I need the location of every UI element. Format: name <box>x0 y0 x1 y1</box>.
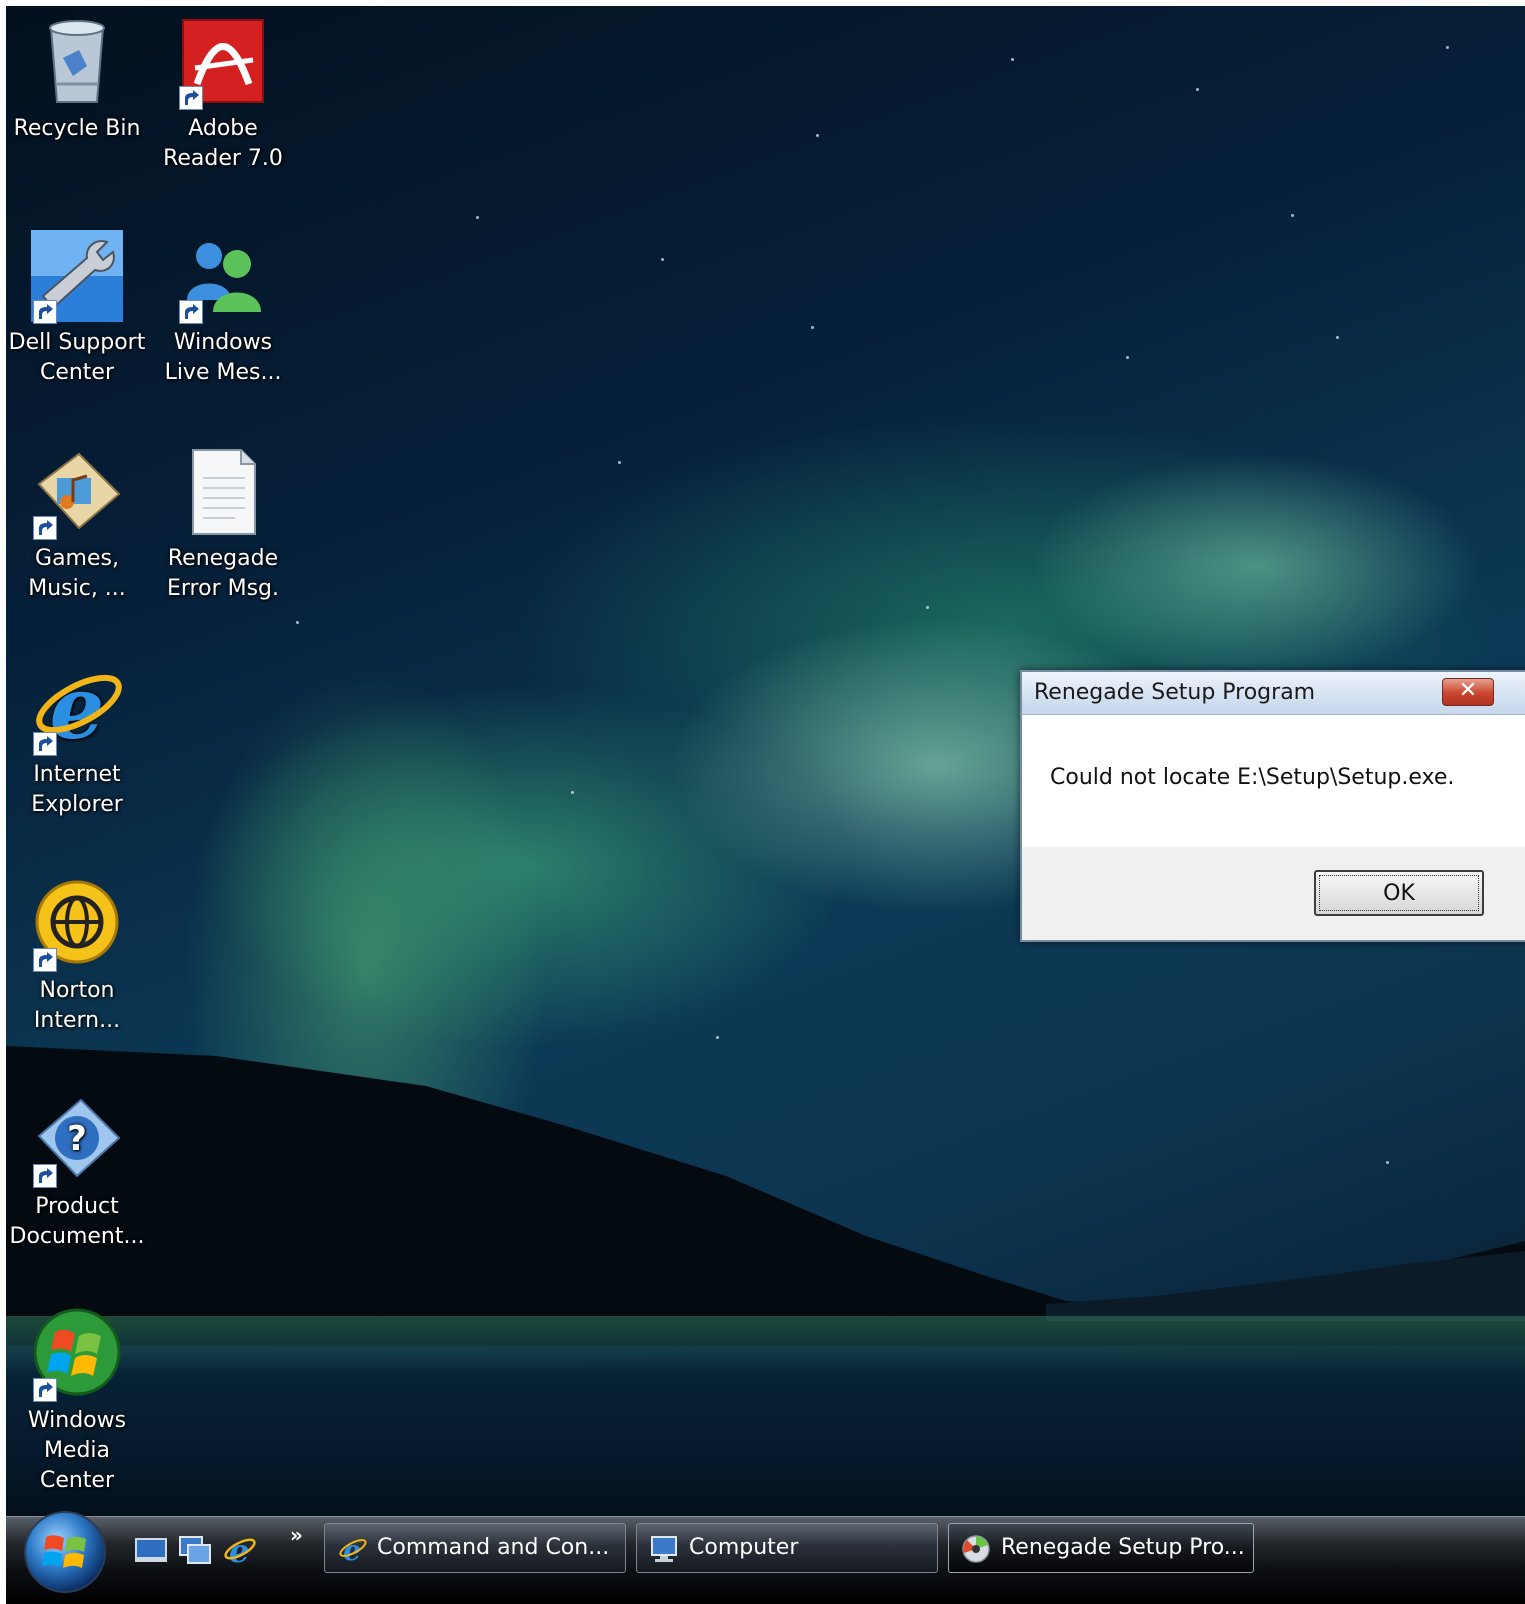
internet-explorer-icon[interactable]: e <box>222 1533 256 1567</box>
error-dialog: Renegade Setup Program ✕ Could not locat… <box>1020 670 1525 942</box>
adobe-reader-icon <box>175 14 271 110</box>
ok-button[interactable]: OK <box>1314 870 1484 916</box>
close-button[interactable]: ✕ <box>1442 678 1494 706</box>
windows-live-messenger-icon <box>175 228 271 324</box>
desktop-icon-label: Internet Explorer <box>31 762 123 817</box>
start-button[interactable] <box>24 1511 106 1593</box>
shortcut-arrow-icon <box>33 300 57 324</box>
windows-logo-icon <box>42 1535 86 1568</box>
desktop-icon-norton[interactable]: Norton Intern... <box>6 876 148 1036</box>
star <box>1446 46 1449 49</box>
taskbar-button-renegade-setup[interactable]: Renegade Setup Pro... <box>948 1523 1254 1573</box>
dialog-message: Could not locate E:\Setup\Setup.exe. <box>1050 765 1455 790</box>
desktop-icon-windows-live-messenger[interactable]: Windows Live Mes... <box>152 228 294 388</box>
desktop-icon-dell-support-center[interactable]: Dell Support Center <box>6 228 148 388</box>
star <box>816 134 819 137</box>
internet-explorer-icon: e <box>29 658 125 759</box>
shortcut-arrow-icon <box>33 1164 57 1188</box>
star <box>811 326 814 329</box>
dialog-title: Renegade Setup Program <box>1034 680 1316 705</box>
desktop-icon-label: Games, Music, ... <box>28 546 126 601</box>
star <box>571 791 574 794</box>
desktop-icon-label: Adobe Reader 7.0 <box>163 116 283 171</box>
shortcut-arrow-icon <box>33 1378 57 1402</box>
desktop-icon-label: Windows Media Center <box>27 1408 127 1493</box>
norton-icon <box>29 876 125 972</box>
star <box>296 621 299 624</box>
windows-media-center-icon <box>29 1306 125 1402</box>
desktop-icon-product-documentation[interactable]: ? Product Document... <box>6 1092 148 1252</box>
text-document-icon <box>175 444 271 540</box>
desktop-icon-adobe-reader[interactable]: Adobe Reader 7.0 <box>152 14 294 174</box>
svg-text:e: e <box>229 1533 249 1567</box>
star <box>618 461 621 464</box>
games-music-icon <box>29 444 125 540</box>
mountain-silhouette <box>6 1046 1525 1346</box>
taskbar-button-label: Computer <box>689 1535 799 1560</box>
star <box>1126 356 1129 359</box>
dell-support-icon <box>29 228 125 324</box>
dialog-body: Could not locate E:\Setup\Setup.exe. <box>1022 715 1525 847</box>
star <box>1196 88 1199 91</box>
cd-disc-icon <box>962 1535 990 1563</box>
desktop-icon-games-music[interactable]: Games, Music, ... <box>6 444 148 604</box>
shortcut-arrow-icon <box>179 300 203 324</box>
star <box>1291 214 1294 217</box>
desktop-icon-label: Recycle Bin <box>13 116 141 141</box>
show-desktop-icon[interactable] <box>134 1533 168 1567</box>
recycle-bin-icon <box>29 14 125 110</box>
desktop-icon-windows-media-center[interactable]: Windows Media Center <box>6 1306 148 1496</box>
shortcut-arrow-icon <box>33 732 57 756</box>
taskbar-button-label: Command and Con... <box>377 1535 610 1560</box>
close-icon: ✕ <box>1458 678 1478 703</box>
desktop-icon-internet-explorer[interactable]: e Internet Explorer <box>6 658 148 820</box>
desktop-icon-label: Dell Support Center <box>8 330 146 385</box>
desktop-icon-label: Renegade Error Msg. <box>166 546 280 601</box>
star <box>1336 336 1339 339</box>
shortcut-arrow-icon <box>33 516 57 540</box>
star <box>1011 58 1014 61</box>
desktop-icon-label: Product Document... <box>9 1194 145 1249</box>
svg-text:?: ? <box>67 1119 87 1159</box>
desktop-icon-recycle-bin[interactable]: Recycle Bin <box>6 14 148 144</box>
quick-launch-overflow-button[interactable]: » <box>290 1523 303 1547</box>
desktop-icon-renegade-error-msg[interactable]: Renegade Error Msg. <box>152 444 294 604</box>
help-document-icon: ? <box>29 1092 125 1188</box>
taskbar-button-command-and-conquer[interactable]: e Command and Con... <box>324 1523 626 1573</box>
taskbar-button-label: Renegade Setup Pro... <box>1001 1535 1245 1560</box>
taskbar: e » e Command and Con... Computer Renega… <box>6 1511 1525 1604</box>
switch-windows-icon[interactable] <box>178 1533 212 1567</box>
star <box>476 216 479 219</box>
internet-explorer-icon: e <box>339 1534 367 1564</box>
star <box>926 606 929 609</box>
star <box>716 1036 719 1039</box>
shortcut-arrow-icon <box>179 86 203 110</box>
shortcut-arrow-icon <box>33 948 57 972</box>
taskbar-button-computer[interactable]: Computer <box>636 1523 938 1573</box>
computer-icon <box>651 1536 677 1562</box>
dialog-titlebar[interactable]: Renegade Setup Program ✕ <box>1022 672 1525 715</box>
svg-text:e: e <box>50 660 105 756</box>
desktop-icon-label: Norton Intern... <box>33 978 121 1033</box>
desktop-icon-label: Windows Live Mes... <box>164 330 282 385</box>
svg-text:e: e <box>343 1534 361 1564</box>
star <box>661 258 664 261</box>
